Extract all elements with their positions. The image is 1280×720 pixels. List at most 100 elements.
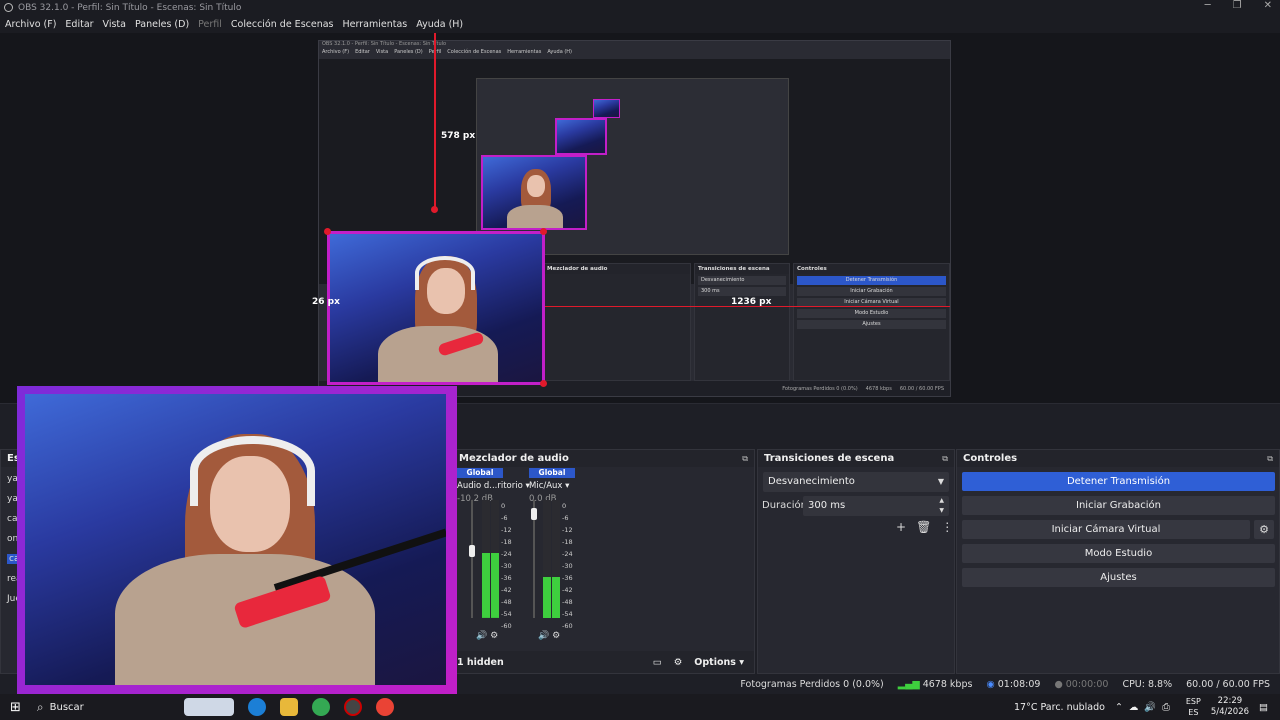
gear-icon[interactable]: ⚙ — [1254, 520, 1274, 539]
chrome-icon[interactable] — [375, 698, 394, 716]
scene-item[interactable]: ca — [7, 514, 17, 524]
source-corner-handle[interactable] — [324, 228, 331, 235]
menu-herramientas[interactable]: Herramientas — [343, 19, 408, 30]
clock-date: 5/4/2026 — [1210, 707, 1250, 717]
tray-icons[interactable]: ⌃☁🔊⎙ — [1115, 702, 1176, 713]
meter-tick: -30 — [501, 562, 512, 570]
trash-icon[interactable]: 🗑 — [916, 520, 931, 534]
options-button[interactable]: Options ▾ — [694, 657, 744, 668]
nested-menu-item: Paneles (D) — [394, 49, 423, 55]
menu-perfil[interactable]: Perfil — [198, 19, 222, 30]
virtual-camera-button[interactable]: Iniciar Cámara Virtual — [962, 520, 1250, 539]
transition-selected: Desvanecimiento — [768, 476, 855, 487]
nested-control-btn: Iniciar Grabación — [797, 287, 946, 296]
channel-name-label: Audio d...ritorio — [457, 481, 523, 491]
mute-icon[interactable]: 🔊 — [476, 631, 487, 641]
transitions-dock-header: Transiciones de escena ⧉ — [758, 450, 954, 467]
channel-name[interactable]: Audio d...ritorio ▾ — [457, 481, 530, 491]
nested-duration: 300 ms — [698, 287, 786, 296]
nested-control-btn: Detener Transmisión — [797, 276, 946, 285]
channel-settings-icon[interactable]: ⚙ — [490, 631, 498, 641]
transition-select[interactable]: Desvanecimiento ▼ — [763, 472, 949, 492]
nested-title: OBS 32.1.0 - Perfil: Sin Título - Escena… — [322, 41, 447, 47]
webcam-feed — [25, 394, 446, 685]
stream-time-value: 01:08:09 — [997, 678, 1041, 690]
nested-transition-select: Desvanecimiento — [698, 276, 786, 285]
source-corner-handle[interactable] — [540, 228, 547, 235]
menu-coleccion[interactable]: Colección de Escenas — [231, 19, 334, 30]
webcam-subject — [507, 205, 563, 228]
menu-paneles[interactable]: Paneles (D) — [135, 19, 189, 30]
meter-tick: 0 — [501, 502, 506, 510]
duration-spinbox[interactable]: 300 ms ▲ ▼ — [803, 496, 949, 516]
mute-icon[interactable]: 🔊 — [538, 631, 549, 641]
language-indicator[interactable]: ESP ES — [1186, 696, 1201, 718]
nested-control-btn: Ajustes — [797, 320, 946, 329]
channel-global-badge: Global — [457, 468, 503, 478]
notification-icon[interactable]: ▤ — [1259, 702, 1268, 713]
menu-archivo[interactable]: Archivo (F) — [5, 19, 56, 30]
start-recording-button[interactable]: Iniciar Grabación — [962, 496, 1275, 515]
undock-icon[interactable]: ⧉ — [742, 454, 748, 464]
minimize-icon[interactable]: ─ — [1205, 0, 1211, 11]
mixer-layout-icon[interactable]: ▭ — [653, 657, 662, 668]
channel-name[interactable]: Mic/Aux ▾ — [529, 481, 575, 491]
weather[interactable]: 17°C Parc. nublado — [1014, 702, 1105, 713]
lang-top: ESP — [1185, 697, 1201, 706]
controls-dock-title: Controles — [963, 453, 1018, 464]
settings-button[interactable]: Ajustes — [962, 568, 1275, 587]
widget-icon[interactable] — [183, 698, 234, 716]
source-corner-handle[interactable] — [540, 380, 547, 387]
channel-settings-icon[interactable]: ⚙ — [552, 631, 560, 641]
windows-start-icon[interactable]: ⊞ — [10, 700, 21, 715]
menu-editar[interactable]: Editar — [65, 19, 93, 30]
add-icon[interactable]: + — [896, 520, 906, 534]
nested-status-text: 60.00 / 60.00 FPS — [899, 385, 944, 392]
volume-slider-knob[interactable] — [469, 545, 475, 557]
meter-tick: -6 — [562, 514, 569, 522]
search-icon[interactable]: ⌕ — [37, 700, 44, 715]
hidden-count[interactable]: 1 hidden — [457, 657, 504, 668]
undock-icon[interactable]: ⧉ — [942, 454, 948, 464]
audio-meter — [552, 500, 560, 618]
menu-bar: Archivo (F) Editar Vista Paneles (D) Per… — [0, 15, 1280, 33]
obs-icon[interactable] — [343, 698, 362, 716]
guide-handle[interactable] — [431, 206, 438, 213]
more-icon[interactable]: ⋮ — [941, 520, 953, 534]
audio-meter-fill — [491, 553, 499, 618]
stop-stream-button[interactable]: Detener Transmisión — [962, 472, 1275, 491]
menu-ayuda[interactable]: Ayuda (H) — [416, 19, 463, 30]
nested-mixer-title: Mezclador de audio — [544, 264, 690, 274]
audio-mixer-dock: Mezclador de audio ⧉ Global Audio d...ri… — [452, 449, 755, 674]
spin-arrows-icon[interactable]: ▲ ▼ — [939, 496, 944, 516]
meter-tick: -60 — [562, 622, 573, 630]
bitrate-value: 4678 kbps — [922, 678, 973, 690]
maximize-icon[interactable]: ❐ — [1233, 0, 1242, 11]
fps: 60.00 / 60.00 FPS — [1186, 678, 1270, 690]
transitions-dock: Transiciones de escena ⧉ Desvanecimiento… — [757, 449, 955, 674]
edge-icon[interactable] — [247, 698, 266, 716]
volume-slider-knob[interactable] — [531, 508, 537, 520]
channel-name-label: Mic/Aux — [529, 481, 563, 491]
channel-controls: 🔊 ⚙ — [476, 631, 498, 641]
clock[interactable]: 22:29 5/4/2026 — [1211, 696, 1249, 718]
taskbar-search[interactable]: Buscar — [50, 702, 84, 713]
close-icon[interactable]: ✕ — [1264, 0, 1272, 11]
folder-icon[interactable] — [279, 698, 298, 716]
duration-label: Duración — [762, 500, 808, 511]
menu-vista[interactable]: Vista — [103, 19, 126, 30]
undock-icon[interactable]: ⧉ — [1267, 454, 1273, 464]
chrome-icon[interactable] — [311, 698, 330, 716]
volume-slider[interactable] — [471, 500, 473, 618]
mixer-settings-icon[interactable]: ⚙ — [674, 657, 683, 668]
studio-mode-button[interactable]: Modo Estudio — [962, 544, 1275, 563]
webcam-thumb-1 — [481, 155, 587, 230]
webcam-nested-source[interactable] — [327, 231, 545, 385]
cpu-usage: CPU: 8.8% — [1122, 678, 1173, 690]
bitrate: ▂▄▆ 4678 kbps — [898, 679, 973, 690]
options-label: Options — [694, 656, 736, 668]
audio-meter — [543, 500, 551, 618]
nested-status-text: Fotogramas Perdidos 0 (0.0%) — [782, 385, 858, 392]
clock-time: 22:29 — [1217, 696, 1243, 706]
meter-tick: -24 — [501, 550, 512, 558]
